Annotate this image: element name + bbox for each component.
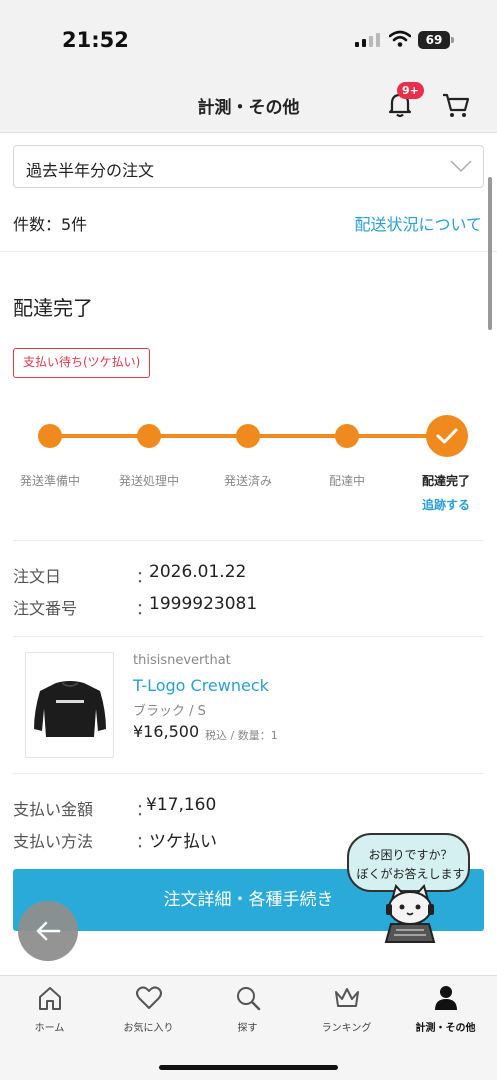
tab-home[interactable]: ホーム [0, 984, 99, 1034]
step-label-4: 配達中 [328, 474, 365, 488]
step-label-3: 発送済み [223, 474, 272, 488]
assistant-line-2: ぼくがお答えします [356, 867, 465, 881]
assistant-line-1: お困りですか？ [368, 848, 453, 862]
step-dot-4 [335, 424, 359, 448]
heart-icon [135, 986, 162, 1009]
product-price: ¥16,500 [133, 722, 200, 741]
tab-label: お気に入り [123, 1023, 174, 1034]
tab-favorites[interactable]: お気に入り [99, 984, 198, 1034]
home-icon [38, 987, 61, 1010]
tab-label: 探す [237, 1023, 258, 1034]
delivery-status-link[interactable]: 配送状況について [354, 211, 482, 235]
payment-status-tag: 支払い待ち(ツケ払い) [13, 348, 151, 378]
battery-tip [451, 37, 454, 43]
person-icon [434, 986, 457, 1010]
battery-icon: 69 [418, 31, 450, 49]
step-complete-check-icon [426, 415, 468, 457]
payment-method-value: ツケ払い [149, 832, 217, 852]
step-label-2: 発送処理中 [118, 474, 179, 488]
order-count: 件数：5件 [13, 215, 88, 234]
payment-method-label: 支払い方法 [13, 832, 94, 851]
product-brand: thisisneverthat [133, 653, 231, 668]
back-button[interactable] [18, 901, 78, 961]
app-header: 計測・その他 9+ [0, 75, 497, 133]
order-status-title: 配達完了 [13, 296, 93, 320]
product-price-note: 税込 / 数量：1 [205, 729, 278, 742]
cart-icon[interactable] [441, 90, 471, 120]
divider [0, 251, 497, 252]
tab-label: ランキング [321, 1023, 372, 1034]
product-image[interactable] [25, 652, 114, 758]
step-dot-3 [236, 424, 260, 448]
order-date-value: 2026.01.22 [149, 562, 247, 582]
mascot-cat-icon[interactable] [378, 882, 442, 944]
product-name-link[interactable]: T-Logo Crewneck [133, 676, 269, 695]
step-label-5: 配達完了 [421, 474, 470, 488]
order-number-value: 1999923081 [149, 594, 258, 614]
product-variant: ブラック / S [133, 704, 206, 719]
tab-label: 計測・その他 [415, 1023, 476, 1034]
home-indicator [159, 1065, 338, 1070]
divider [13, 636, 484, 637]
period-filter-select[interactable]: 過去半年分の注文 [13, 145, 484, 188]
step-label-1: 発送準備中 [19, 474, 80, 488]
chevron-down-icon [450, 160, 472, 173]
scrollbar[interactable] [488, 177, 492, 330]
payment-amount-value: ¥17,160 [146, 795, 217, 815]
tab-label: ホーム [34, 1023, 65, 1034]
period-filter-value: 過去半年分の注文 [26, 161, 155, 180]
cellular-signal-icon [355, 33, 380, 47]
status-bar: 21:52 69 [0, 0, 497, 75]
step-dot-2 [137, 424, 161, 448]
notification-badge: 9+ [397, 82, 424, 99]
page-title: 計測・その他 [197, 98, 300, 118]
order-number-label: 注文番号 [13, 599, 78, 618]
status-time: 21:52 [62, 28, 129, 52]
payment-amount-label: 支払い金額 [13, 800, 94, 819]
tab-measure-other[interactable]: 計測・その他 [396, 984, 495, 1034]
wifi-icon [389, 30, 411, 47]
track-link[interactable]: 追跡する [396, 496, 496, 513]
search-icon [236, 987, 260, 1011]
tab-search[interactable]: 探す [198, 984, 297, 1034]
divider [13, 540, 484, 541]
order-date-label: 注文日 [13, 567, 62, 586]
crown-icon [334, 988, 359, 1007]
divider [13, 773, 484, 774]
tab-ranking[interactable]: ランキング [297, 984, 396, 1034]
arrow-left-icon [36, 921, 61, 941]
step-dot-1 [38, 424, 62, 448]
